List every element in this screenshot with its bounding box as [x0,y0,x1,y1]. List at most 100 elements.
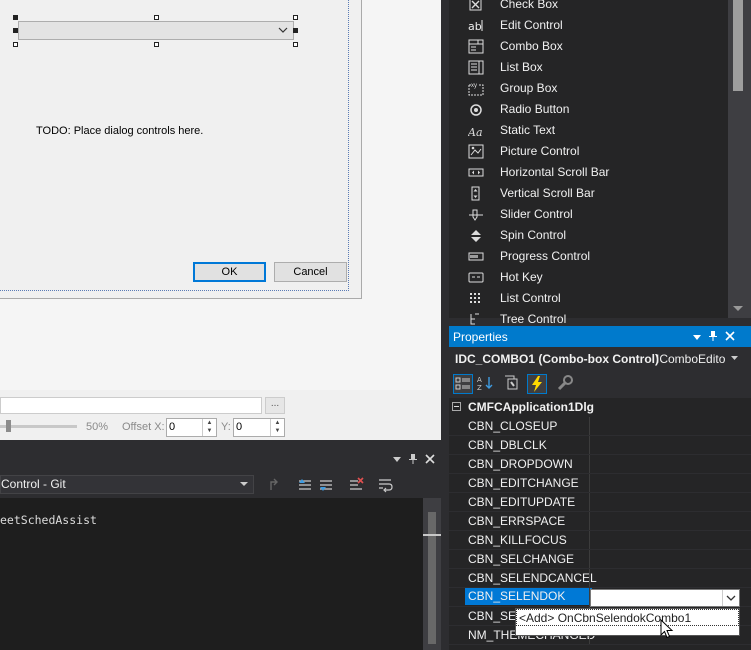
zoom-slider-track[interactable] [0,425,77,428]
dropdown-button[interactable] [722,590,739,606]
cancel-button[interactable]: Cancel [274,262,347,282]
property-row[interactable]: CBN_SELENDCANCEL [449,569,751,588]
property-row[interactable]: CBN_EDITCHANGE [449,474,751,493]
events-button[interactable] [527,374,547,394]
zoom-slider-thumb[interactable] [6,420,11,432]
scroll-down-arrow-icon[interactable] [733,306,743,311]
properties-view-button[interactable] [503,374,523,394]
offset-y-value: 0 [236,421,243,433]
svg-text:Z: Z [477,384,482,392]
property-name: CBN_EDITCHANGE [468,476,579,490]
dropdown-arrow-icon[interactable] [392,454,402,464]
properties-object-selector[interactable]: IDC_COMBO1 (Combo-box Control) IComboEdi… [449,347,751,370]
toolbox-item[interactable]: Picture Control [449,141,734,162]
todo-static-text[interactable]: TODO: Place dialog controls here. [36,125,203,137]
output-source-value: Control - Git [1,477,66,491]
ok-button[interactable]: OK [193,262,266,282]
toolbox-item[interactable]: Slider Control [449,204,734,225]
offset-x-value: 0 [169,421,176,433]
pin-icon[interactable] [408,453,418,465]
hotkey-icon [468,272,484,283]
toolbox-item[interactable]: Hot Key [449,267,734,288]
dropdown-list[interactable]: <Add> OnCbnSelendokCombo1 [515,608,740,636]
resize-handle-e[interactable] [293,28,298,33]
categorized-icon [455,377,470,390]
property-name: CBN_DBLCLK [468,438,547,452]
property-row[interactable]: CBN_ERRSPACE [449,512,751,531]
more-button[interactable]: ... [265,397,285,414]
column-separator [589,493,590,511]
toolbox-scrollbar-thumb[interactable] [733,0,743,91]
offset-y-label: Y: [221,421,231,433]
toolbox-item-label: Tree Control [500,312,567,326]
close-icon[interactable] [425,454,435,464]
lightning-icon [532,376,542,392]
property-row[interactable]: CBN_EDITUPDATE [449,493,751,512]
toolbox-item[interactable]: Check Box [449,0,734,15]
toolbox-item[interactable]: Radio Button [449,99,734,120]
close-icon[interactable] [725,331,735,341]
toolbox-item[interactable]: ab Edit Control [449,15,734,36]
property-row[interactable]: CBN_DROPDOWN [449,455,751,474]
column-separator [589,436,590,454]
properties-title: Properties [453,330,508,344]
output-scrollbar-thumb[interactable] [428,512,436,644]
pin-icon[interactable] [708,330,718,342]
toolbox-item[interactable]: List Box [449,57,734,78]
offset-y-spinner[interactable]: ▲ ▼ [270,419,284,436]
property-name: CBN_EDITUPDATE [468,495,576,509]
toolbox-item[interactable]: Spin Control [449,225,734,246]
properties-titlebar: Properties [449,326,751,347]
slider-icon [469,209,483,221]
property-row[interactable]: CBN_CLOSEUP [449,417,751,436]
alphabetical-button[interactable]: AZ [476,374,496,394]
categorized-button[interactable] [453,374,473,394]
resize-handle-sw[interactable] [13,42,18,47]
progress-icon [468,252,484,261]
resize-handle-s[interactable] [154,42,159,47]
collapse-icon[interactable] [452,402,461,411]
toolbox-item-label: Static Text [500,123,556,137]
toolbox-item[interactable]: xy Group Box [449,78,734,99]
offset-x-input[interactable]: 0 ▲ ▼ [166,418,217,437]
toolbox-item-label: List Control [500,291,561,305]
output-source-select[interactable]: Control - Git [0,475,254,494]
toolbox-item-label: Hot Key [500,270,543,284]
svg-text:ab: ab [468,20,482,33]
toolbox-item[interactable]: Aa Static Text [449,120,734,141]
pane-splitter[interactable] [441,0,449,650]
toolbox-item[interactable]: Vertical Scroll Bar [449,183,734,204]
find-message-icon[interactable] [268,477,284,493]
event-handler-dropdown[interactable] [590,589,740,607]
combo-box-control[interactable] [18,21,294,40]
resize-handle-w[interactable] [13,28,18,33]
checkbox-icon [469,0,482,11]
resize-handle-n[interactable] [154,15,159,20]
toolbox-item[interactable]: Horizontal Scroll Bar [449,162,734,183]
property-pages-button[interactable] [556,374,576,394]
offset-x-spinner[interactable]: ▲ ▼ [202,419,216,436]
dropdown-arrow-icon[interactable] [692,332,702,342]
next-message-icon[interactable] [318,477,334,493]
toolbox-item[interactable]: Combo Box [449,36,734,57]
zoom-field[interactable] [0,397,262,414]
offset-y-input[interactable]: 0 ▲ ▼ [233,418,285,437]
toolbox-item[interactable]: List Control [449,288,734,309]
prev-message-icon[interactable] [297,477,313,493]
resize-handle-se[interactable] [293,42,298,47]
tree-control-icon [470,313,479,325]
static-text-icon: Aa [468,126,483,138]
property-row[interactable]: CBN_KILLFOCUS [449,531,751,550]
spin-icon [471,230,481,242]
property-name: CBN_DROPDOWN [468,457,573,471]
toolbox-item[interactable]: Progress Control [449,246,734,267]
resize-handle-nw[interactable] [13,15,18,20]
toolbox-item-label: Check Box [500,0,559,11]
property-row[interactable]: CBN_SELCHANGE [449,550,751,569]
resize-handle-ne[interactable] [293,15,298,20]
toolbox-item-label: Progress Control [500,249,591,263]
property-row[interactable]: CBN_DBLCLK [449,436,751,455]
toolbox-item-label: Edit Control [500,18,563,32]
clear-all-icon[interactable] [348,477,364,493]
word-wrap-icon[interactable] [377,477,393,493]
